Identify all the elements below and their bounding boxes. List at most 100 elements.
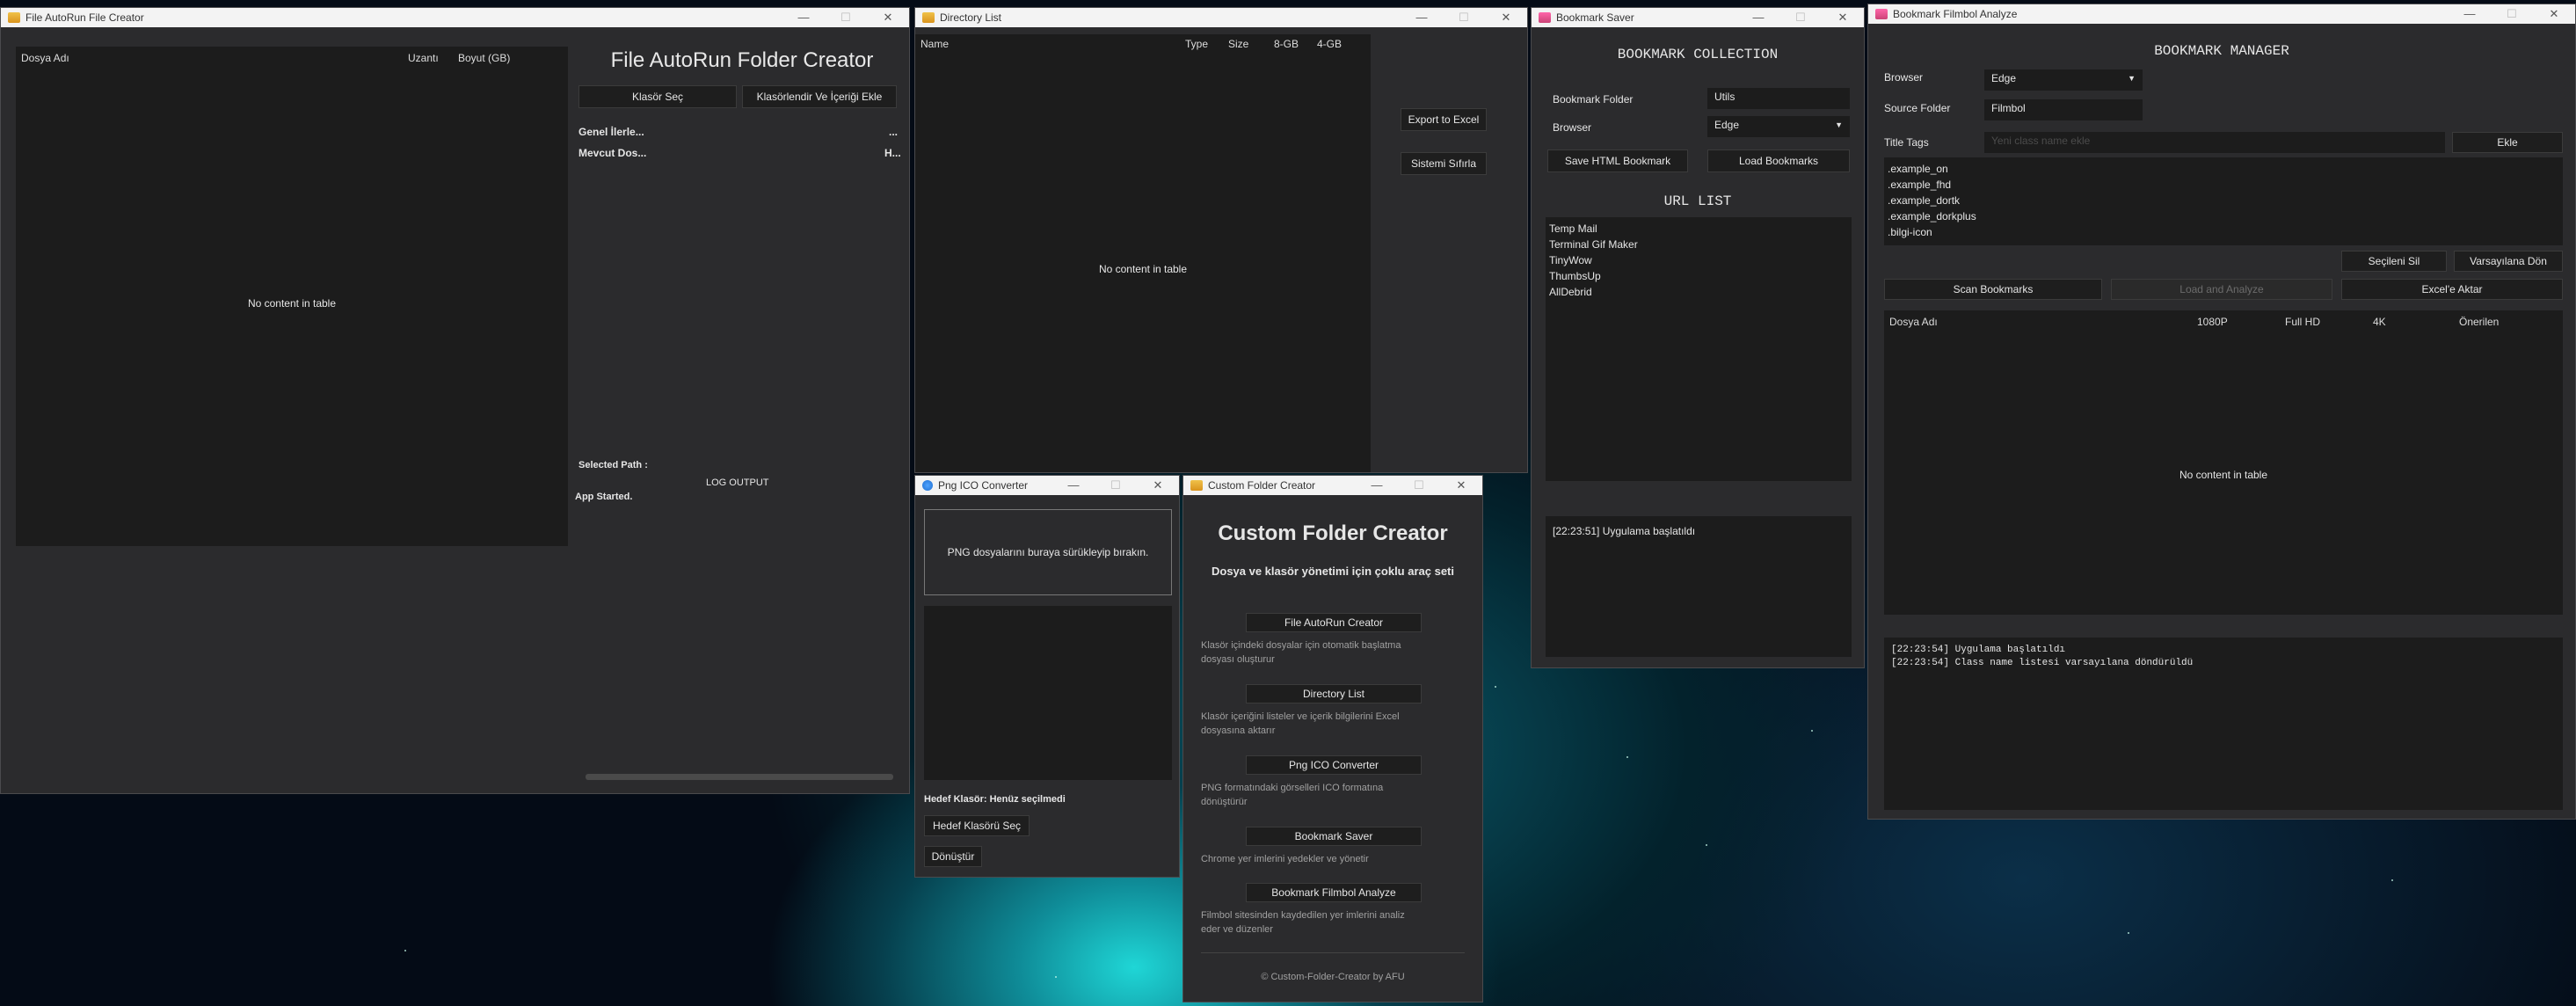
close-icon[interactable]: ✕ bbox=[867, 8, 909, 27]
close-icon[interactable]: ✕ bbox=[1137, 476, 1179, 495]
app-icon bbox=[1539, 12, 1551, 23]
col-dosya-adi[interactable]: Dosya Adı bbox=[1889, 316, 1938, 328]
col-8gb[interactable]: 8-GB bbox=[1274, 38, 1299, 50]
close-icon[interactable]: ✕ bbox=[1822, 8, 1864, 27]
export-excel-button[interactable]: Export to Excel bbox=[1401, 108, 1487, 131]
save-html-button[interactable]: Save HTML Bookmark bbox=[1547, 149, 1688, 172]
list-item[interactable]: Temp Mail bbox=[1549, 222, 1597, 235]
empty-table-text: No content in table bbox=[1098, 263, 1188, 275]
list-item[interactable]: .example_dortk bbox=[1888, 194, 1960, 207]
maximize-icon[interactable]: ☐ bbox=[1398, 476, 1440, 495]
titlebar[interactable]: File AutoRun File Creator — ☐ ✕ bbox=[1, 8, 909, 27]
col-1080p[interactable]: 1080P bbox=[2197, 316, 2228, 328]
folderize-button[interactable]: Klasörlendir Ve İçeriği Ekle bbox=[742, 85, 897, 108]
titlebar[interactable]: Bookmark Saver — ☐ ✕ bbox=[1532, 8, 1864, 27]
file-autorun-button[interactable]: File AutoRun Creator bbox=[1246, 613, 1422, 632]
add-tag-button[interactable]: Ekle bbox=[2452, 132, 2563, 153]
col-dosya-adi[interactable]: Dosya Adı bbox=[21, 52, 69, 64]
bookmark-filmbol-button[interactable]: Bookmark Filmbol Analyze bbox=[1246, 883, 1422, 902]
directory-table[interactable]: Name Type Size 8-GB 4-GB No content in t… bbox=[915, 34, 1371, 472]
bookmark-saver-button[interactable]: Bookmark Saver bbox=[1246, 827, 1422, 846]
scan-bookmarks-button[interactable]: Scan Bookmarks bbox=[1884, 279, 2102, 300]
window-title: Bookmark Filmbol Analyze bbox=[1893, 8, 2018, 20]
list-item[interactable]: .example_fhd bbox=[1888, 179, 1951, 191]
export-excel-button[interactable]: Excel'e Aktar bbox=[2341, 279, 2563, 300]
select-target-button[interactable]: Hedef Klasörü Seç bbox=[924, 815, 1030, 836]
horizontal-scrollbar[interactable] bbox=[586, 774, 893, 780]
titlebar[interactable]: Png ICO Converter — ☐ ✕ bbox=[915, 476, 1179, 495]
list-item[interactable]: .example_dorkplus bbox=[1888, 210, 1976, 222]
list-item[interactable]: ThumbsUp bbox=[1549, 270, 1601, 282]
list-item[interactable]: TinyWow bbox=[1549, 254, 1592, 266]
browser-select[interactable]: Edge ▼ bbox=[1984, 69, 2143, 91]
window-title: Custom Folder Creator bbox=[1208, 479, 1316, 492]
tool-description: dosyasına aktarır bbox=[1201, 725, 1276, 736]
reset-system-button[interactable]: Sistemi Sıfırla bbox=[1401, 152, 1487, 175]
maximize-icon[interactable]: ☐ bbox=[1443, 8, 1485, 27]
window-title: Bookmark Saver bbox=[1556, 11, 1634, 24]
delete-selected-button[interactable]: Seçileni Sil bbox=[2341, 251, 2447, 272]
col-full-hd[interactable]: Full HD bbox=[2285, 316, 2320, 328]
tool-description: PNG formatındaki görselleri ICO formatın… bbox=[1201, 783, 1384, 793]
select-folder-button[interactable]: Klasör Seç bbox=[579, 85, 737, 108]
star bbox=[2391, 879, 2393, 881]
url-list[interactable]: Temp Mail Terminal Gif Maker TinyWow Thu… bbox=[1546, 217, 1852, 481]
minimize-icon[interactable]: — bbox=[1401, 8, 1443, 27]
bookmark-folder-input[interactable]: Utils bbox=[1707, 88, 1850, 109]
close-icon[interactable]: ✕ bbox=[1440, 476, 1482, 495]
tag-list[interactable]: .example_on .example_fhd .example_dortk … bbox=[1884, 157, 2563, 245]
log-panel: [22:23:51] Uygulama başlatıldı bbox=[1546, 516, 1852, 657]
load-bookmarks-button[interactable]: Load Bookmarks bbox=[1707, 149, 1850, 172]
minimize-icon[interactable]: — bbox=[2449, 4, 2491, 24]
title-tags-label: Title Tags bbox=[1884, 136, 1929, 149]
list-item[interactable]: Terminal Gif Maker bbox=[1549, 238, 1638, 251]
file-table[interactable]: Dosya Adı Uzantı Boyut (GB) No content i… bbox=[16, 47, 568, 546]
col-name[interactable]: Name bbox=[921, 38, 949, 50]
minimize-icon[interactable]: — bbox=[1737, 8, 1779, 27]
close-icon[interactable]: ✕ bbox=[1485, 8, 1527, 27]
window-custom-folder-creator: Custom Folder Creator — ☐ ✕ Custom Folde… bbox=[1182, 475, 1483, 1002]
titlebar[interactable]: Custom Folder Creator — ☐ ✕ bbox=[1183, 476, 1482, 495]
col-boyut[interactable]: Boyut (GB) bbox=[458, 52, 510, 64]
list-item[interactable]: AllDebrid bbox=[1549, 286, 1592, 298]
minimize-icon[interactable]: — bbox=[782, 8, 825, 27]
target-folder-label: Hedef Klasör: Henüz seçilmedi bbox=[924, 794, 1066, 805]
col-4k[interactable]: 4K bbox=[2373, 316, 2386, 328]
col-onerilen[interactable]: Önerilen bbox=[2459, 316, 2499, 328]
titlebar[interactable]: Bookmark Filmbol Analyze — ☐ ✕ bbox=[1868, 4, 2575, 24]
window-bookmark-saver: Bookmark Saver — ☐ ✕ BOOKMARK COLLECTION… bbox=[1531, 7, 1865, 668]
close-icon[interactable]: ✕ bbox=[2533, 4, 2575, 24]
empty-table-text: No content in table bbox=[247, 297, 337, 310]
file-list[interactable] bbox=[924, 606, 1172, 780]
minimize-icon[interactable]: — bbox=[1356, 476, 1398, 495]
directory-list-button[interactable]: Directory List bbox=[1246, 684, 1422, 703]
col-size[interactable]: Size bbox=[1228, 38, 1248, 50]
current-file-value: H... bbox=[884, 147, 901, 159]
col-type[interactable]: Type bbox=[1185, 38, 1208, 50]
folder-icon bbox=[1190, 480, 1203, 491]
list-item[interactable]: .bilgi-icon bbox=[1888, 226, 1932, 238]
reset-default-button[interactable]: Varsayılana Dön bbox=[2454, 251, 2563, 272]
title-tags-input[interactable]: Yeni class name ekle bbox=[1984, 132, 2445, 153]
folder-icon bbox=[922, 12, 935, 23]
source-folder-input[interactable]: Filmbol bbox=[1984, 99, 2143, 120]
drop-zone[interactable]: PNG dosyalarını buraya sürükleyip bırakı… bbox=[924, 509, 1172, 595]
list-item[interactable]: .example_on bbox=[1888, 163, 1948, 175]
load-analyze-button[interactable]: Load and Analyze bbox=[2111, 279, 2332, 300]
chevron-down-icon: ▼ bbox=[2128, 74, 2136, 83]
png-ico-button[interactable]: Png ICO Converter bbox=[1246, 755, 1422, 775]
analysis-table[interactable]: Dosya Adı 1080P Full HD 4K Önerilen No c… bbox=[1884, 310, 2563, 615]
maximize-icon[interactable]: ☐ bbox=[1095, 476, 1137, 495]
convert-button[interactable]: Dönüştür bbox=[924, 846, 982, 867]
maximize-icon[interactable]: ☐ bbox=[825, 8, 867, 27]
col-4gb[interactable]: 4-GB bbox=[1317, 38, 1342, 50]
maximize-icon[interactable]: ☐ bbox=[1779, 8, 1822, 27]
tool-description: eder ve düzenler bbox=[1201, 924, 1273, 935]
minimize-icon[interactable]: — bbox=[1052, 476, 1095, 495]
browser-select[interactable]: Edge ▼ bbox=[1707, 116, 1850, 137]
browser-select-value: Edge bbox=[1991, 72, 2017, 84]
col-uzanti[interactable]: Uzantı bbox=[408, 52, 439, 64]
log-line: [22:23:54] Class name listesi varsayılan… bbox=[1891, 658, 2194, 668]
maximize-icon[interactable]: ☐ bbox=[2491, 4, 2533, 24]
titlebar[interactable]: Directory List — ☐ ✕ bbox=[915, 8, 1527, 27]
